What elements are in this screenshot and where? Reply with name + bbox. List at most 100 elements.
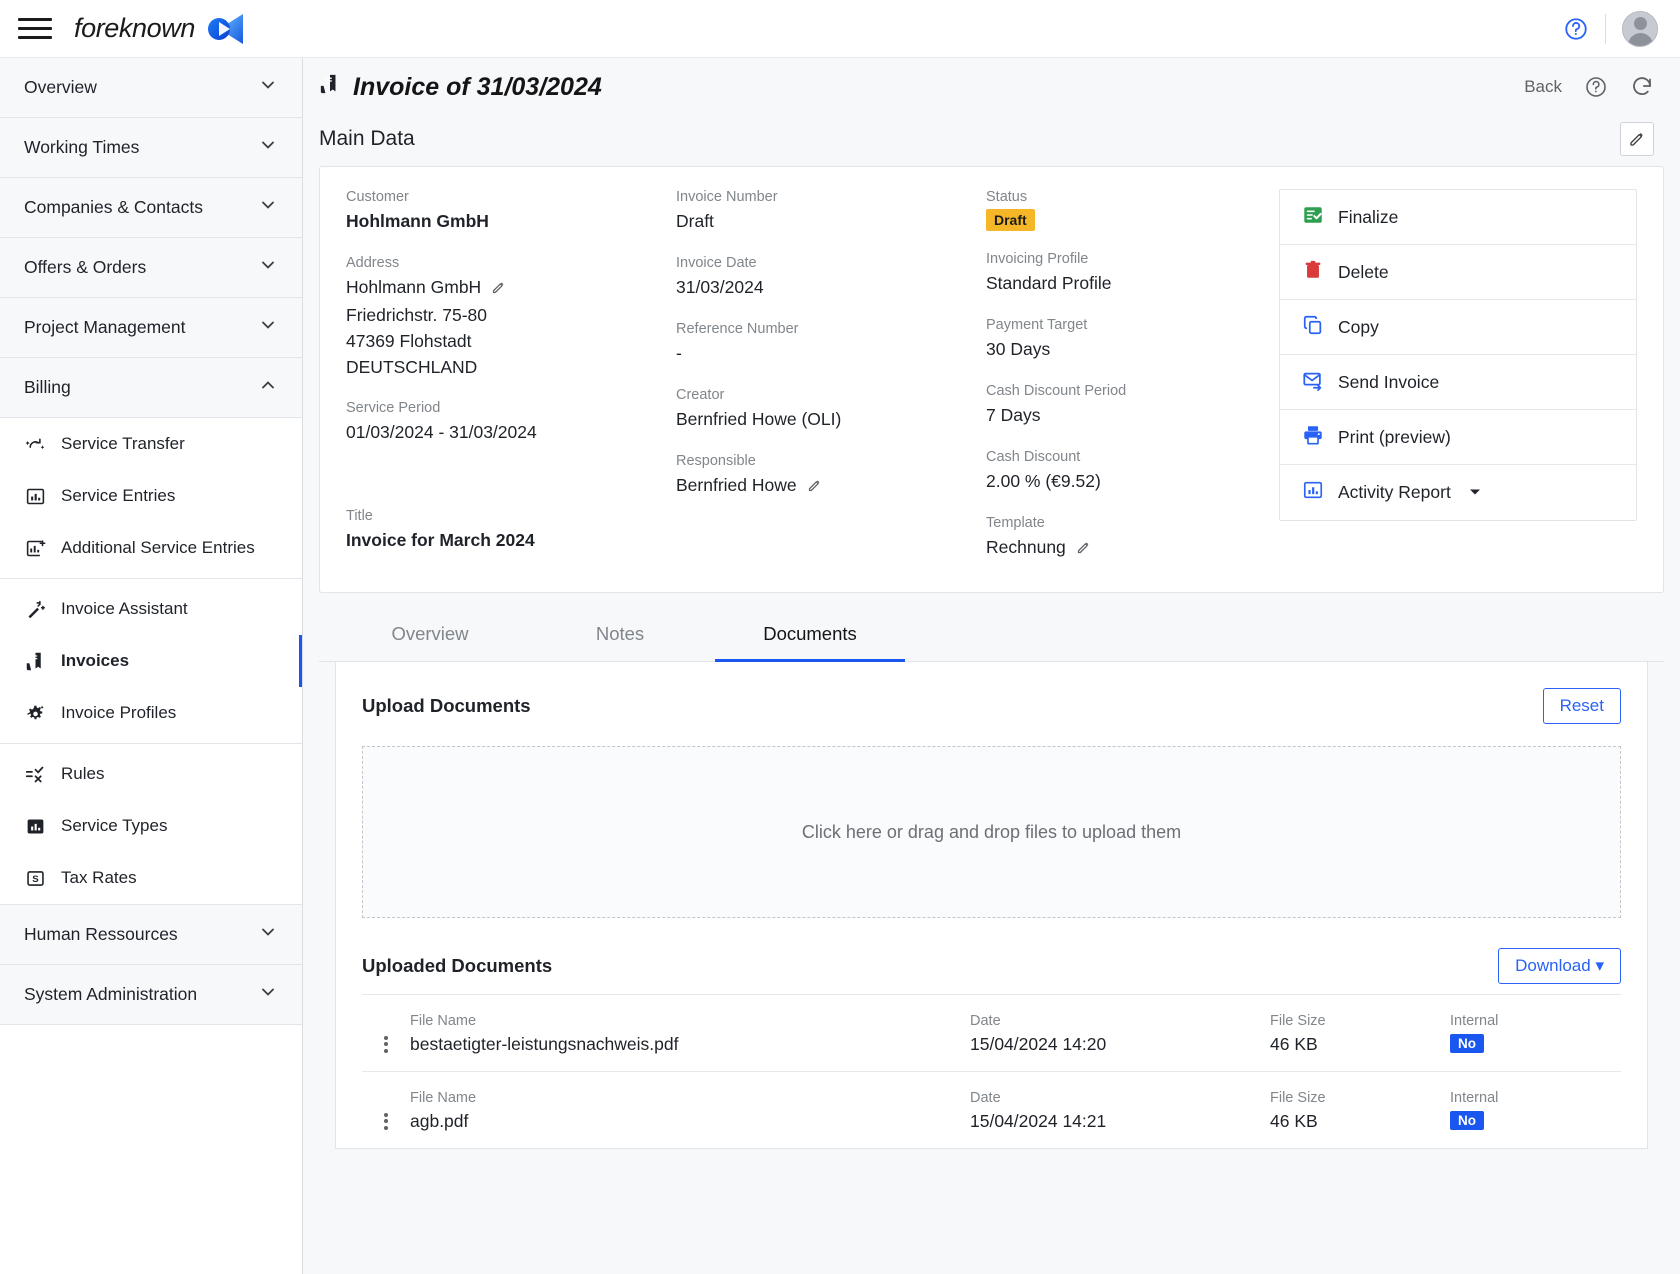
main-data-col-invoice: Invoice Number Draft Invoice Date 31/03/… [676,189,986,562]
status-badge-wrap: Draft [986,209,1226,231]
sidebar-group-human-ressources[interactable]: Human Ressources [0,905,302,965]
field-value: Bernfried Howe (OLI) [676,407,986,433]
body-split: Overview Working Times Companies & Conta… [0,58,1680,1274]
hamburger-icon[interactable] [18,16,52,42]
field-label: Service Period [346,400,676,416]
sidebar-group-overview[interactable]: Overview [0,58,302,118]
table-row[interactable]: File Name bestaetigter-leistungsnachweis… [362,994,1621,1071]
download-button[interactable]: Download ▾ [1498,948,1621,984]
sidebar-group-label: Overview [24,77,97,98]
field-reference-number: Reference Number - [676,321,986,367]
upload-documents-header: Upload Documents Reset [362,688,1621,724]
help-circle-icon[interactable] [1584,75,1608,99]
row-menu-icon[interactable] [362,1013,410,1055]
sidebar-billing-items: Service Transfer Service Entries [0,418,302,905]
refresh-icon[interactable] [1630,75,1654,99]
top-bar: foreknown [0,0,1680,58]
sidebar-item-additional-service-entries[interactable]: Additional Service Entries [0,522,302,574]
sidebar-group-label: Working Times [24,137,139,158]
field-label: Payment Target [986,317,1226,333]
field-value: Standard Profile [986,271,1226,297]
finalize-button[interactable]: Finalize [1280,190,1636,245]
tab-documents[interactable]: Documents [715,607,905,662]
field-value: Hohlmann GmbH [346,209,676,235]
invoice-icon [24,650,46,672]
sidebar-item-invoice-assistant[interactable]: Invoice Assistant [0,583,302,635]
invoice-actions-menu: Finalize [1279,189,1637,521]
field-label: Invoice Date [676,255,986,271]
sidebar-item-invoices[interactable]: Invoices [0,635,302,687]
chevron-down-icon [258,982,278,1007]
action-label: Send Invoice [1338,372,1439,393]
column-header-internal: Internal [1450,1090,1621,1106]
edit-main-data-button[interactable] [1620,122,1654,156]
avatar[interactable] [1622,11,1658,47]
page-title-text: Invoice of 31/03/2024 [353,73,602,102]
field-label: Cash Discount Period [986,383,1226,399]
trash-icon [1302,259,1324,286]
app-root: foreknown [0,0,1680,1274]
sidebar-group-billing[interactable]: Billing [0,358,302,418]
copy-icon [1302,314,1324,341]
field-value-line: Bernfried Howe [676,473,986,501]
delete-button[interactable]: Delete [1280,245,1636,300]
field-label: Reference Number [676,321,986,337]
uploaded-documents-title: Uploaded Documents [362,955,552,977]
file-dropzone[interactable]: Click here or drag and drop files to upl… [362,746,1621,918]
edit-responsible-pencil-icon[interactable] [807,475,822,501]
sidebar-item-service-entries[interactable]: Service Entries [0,470,302,522]
main-data-grid: Customer Hohlmann GmbH Address Hohlmann … [346,189,1637,562]
envelope-send-icon [1302,369,1324,396]
sidebar-item-service-types[interactable]: Service Types [0,800,302,852]
sidebar-item-label: Rules [61,764,104,784]
sidebar-item-invoice-profiles[interactable]: Invoice Profiles [0,687,302,739]
field-value-line: Rechnung [986,535,1226,563]
file-size-value: 46 KB [1270,1111,1450,1132]
section-title: Main Data [319,127,415,151]
sidebar-group-label: Project Management [24,317,185,338]
edit-address-pencil-icon[interactable] [491,277,506,303]
printer-icon [1302,424,1324,451]
action-label: Copy [1338,317,1379,338]
field-label: Address [346,255,676,271]
service-transfer-icon [24,433,46,455]
sidebar-group-system-administration[interactable]: System Administration [0,965,302,1025]
chevron-down-icon [1469,482,1481,503]
edit-template-pencil-icon[interactable] [1076,537,1091,563]
page-header-actions: Back [1524,75,1654,99]
brand-name: foreknown [74,13,195,44]
sidebar-item-service-transfer[interactable]: Service Transfer [0,418,302,470]
cell-file-size: File Size 46 KB [1270,1090,1450,1132]
send-invoice-button[interactable]: Send Invoice [1280,355,1636,410]
sidebar-group-companies-contacts[interactable]: Companies & Contacts [0,178,302,238]
field-value: 31/03/2024 [676,275,986,301]
field-service-period: Service Period 01/03/2024 - 31/03/2024 [346,400,676,446]
internal-badge: No [1450,1034,1484,1053]
sidebar-group-offers-orders[interactable]: Offers & Orders [0,238,302,298]
tax-icon: S [24,867,46,889]
table-row[interactable]: File Name agb.pdf Date 15/04/2024 14:21 … [362,1071,1621,1148]
brand-logo[interactable]: foreknown [74,12,245,46]
field-title: Title Invoice for March 2024 [346,508,676,554]
bar-chart-icon [1302,479,1324,506]
sidebar-item-rules[interactable]: Rules [0,748,302,800]
tab-overview[interactable]: Overview [335,607,525,662]
print-preview-button[interactable]: Print (preview) [1280,410,1636,465]
field-status: Status Draft [986,189,1226,231]
field-cash-discount-period: Cash Discount Period 7 Days [986,383,1226,429]
copy-button[interactable]: Copy [1280,300,1636,355]
reset-button[interactable]: Reset [1543,688,1621,724]
sidebar-item-tax-rates[interactable]: S Tax Rates [0,852,302,904]
activity-report-button[interactable]: Activity Report [1280,465,1636,520]
tab-notes[interactable]: Notes [525,607,715,662]
sidebar-group-working-times[interactable]: Working Times [0,118,302,178]
sidebar-divider [0,743,302,744]
bar-chart-plus-icon [24,537,46,559]
sidebar-group-project-management[interactable]: Project Management [0,298,302,358]
row-menu-icon[interactable] [362,1090,410,1132]
help-circle-icon[interactable] [1563,16,1589,42]
back-button[interactable]: Back [1524,77,1562,97]
chevron-down-icon [258,135,278,160]
sidebar-item-label: Invoice Assistant [61,599,188,619]
main-data-card: Customer Hohlmann GmbH Address Hohlmann … [319,166,1664,593]
